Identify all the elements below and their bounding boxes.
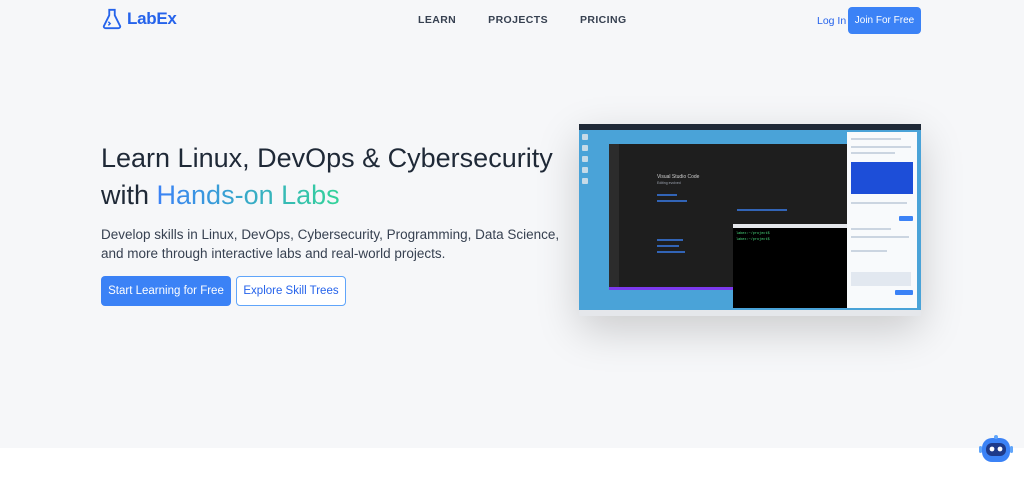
robot-icon[interactable] (978, 434, 1014, 466)
logo[interactable]: LabEx (101, 8, 177, 30)
editor-link (657, 251, 685, 253)
desktop-taskbar (579, 310, 921, 316)
assistant-panel (847, 132, 917, 308)
chat-line (851, 202, 907, 204)
hero-title-accent: Hands-on Labs (156, 180, 340, 210)
chat-line (851, 228, 891, 230)
start-learning-button[interactable]: Start Learning for Free (101, 276, 231, 306)
editor-title: Visual Studio Code (657, 174, 700, 180)
product-screenshot: Visual Studio Code Editing evolved labex… (579, 124, 921, 316)
nav-learn[interactable]: LEARN (418, 14, 456, 26)
hero-subtitle: Develop skills in Linux, DevOps, Cyberse… (101, 227, 560, 261)
main-nav: LEARN PROJECTS PRICING (418, 14, 627, 26)
hero-title-with: with (101, 180, 157, 210)
terminal-line: labex:~/project$ (736, 232, 770, 236)
terminal-window: labex:~/project$ labex:~/project$ (733, 224, 861, 308)
site-header: LabEx LEARN PROJECTS PRICING Log In Join… (0, 0, 1024, 42)
editor-link (657, 194, 677, 196)
chat-card (851, 272, 911, 286)
chat-line (851, 146, 911, 148)
chat-line (851, 152, 895, 154)
editor-activity-bar (609, 144, 619, 290)
chat-line (851, 236, 909, 238)
nav-projects[interactable]: PROJECTS (488, 14, 548, 26)
editor-link (737, 209, 787, 211)
editor-subtitle: Editing evolved (657, 181, 681, 185)
chat-button (895, 290, 913, 295)
chat-line (851, 250, 887, 252)
hero-title: Learn Linux, DevOps & Cybersecurity with… (101, 140, 581, 214)
nav-pricing[interactable]: PRICING (580, 14, 627, 26)
editor-link (657, 245, 679, 247)
chat-send (899, 216, 913, 221)
flask-icon (102, 8, 122, 30)
chat-line (851, 138, 901, 140)
login-link[interactable]: Log In (817, 15, 846, 27)
editor-link (657, 200, 687, 202)
desktop-dock (582, 134, 590, 194)
join-for-free-button[interactable]: Join For Free (848, 7, 921, 34)
desktop-topbar (579, 124, 921, 130)
explore-skill-trees-button[interactable]: Explore Skill Trees (236, 276, 346, 306)
terminal-line: labex:~/project$ (736, 238, 770, 242)
hero-title-line1: Learn Linux, DevOps & Cybersecurity (101, 143, 553, 173)
chat-video (851, 162, 913, 194)
logo-text: LabEx (127, 9, 177, 28)
editor-link (657, 239, 683, 241)
